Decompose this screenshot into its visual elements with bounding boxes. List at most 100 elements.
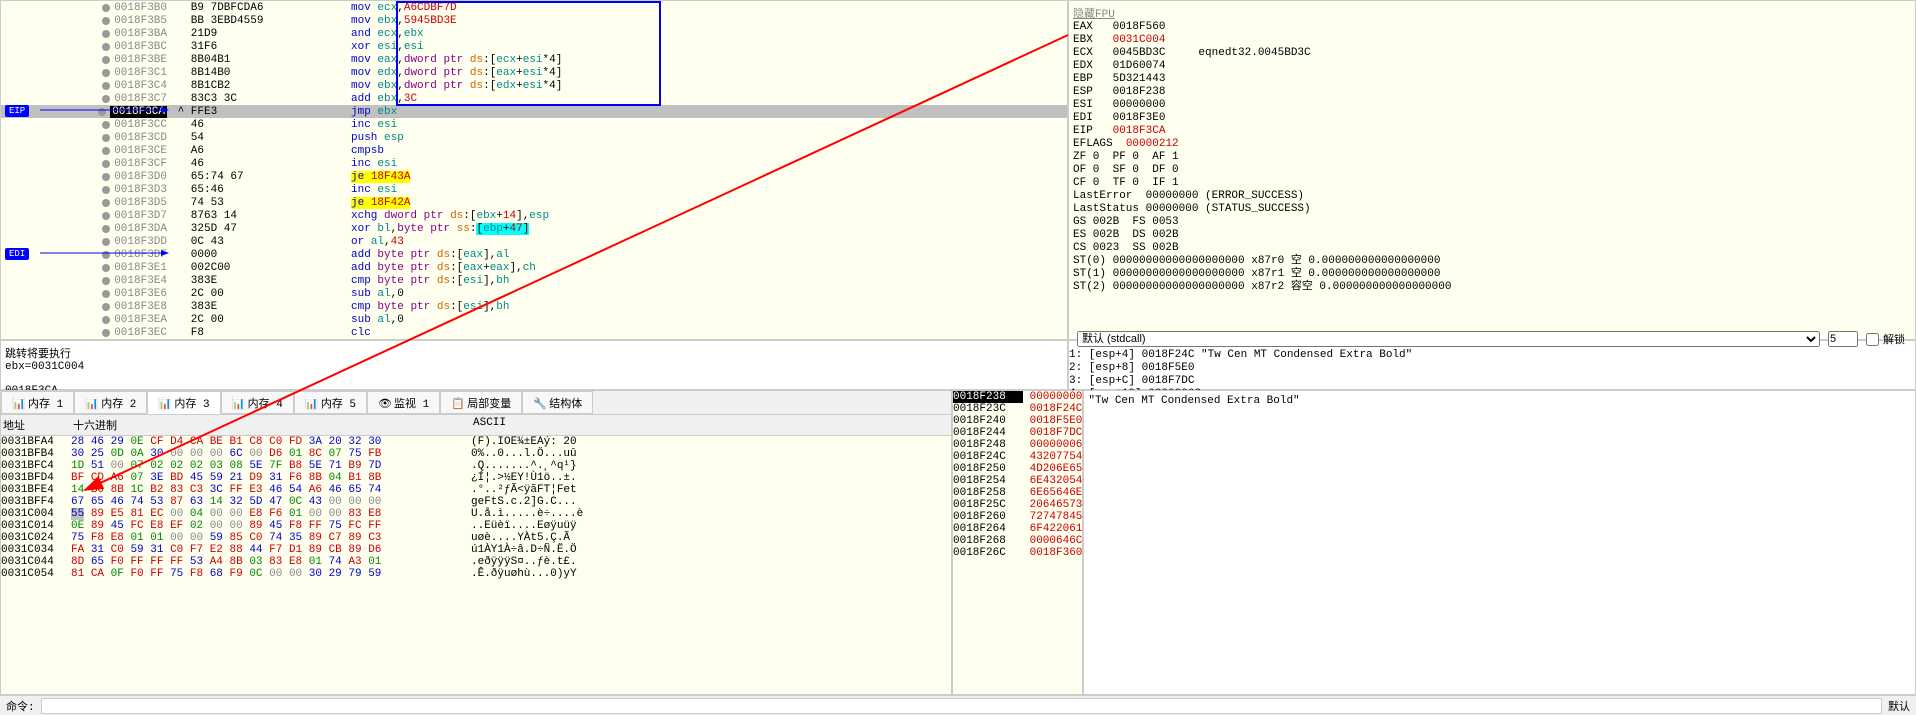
tab-结构体[interactable]: 🔧结构体 [522,391,593,414]
stack-row[interactable]: 0018F264 6F422061 [953,523,1082,535]
stack-row[interactable]: 0018F25C 20646573 [953,499,1082,511]
stack-row[interactable]: 0018F248 00000006 [953,439,1082,451]
disasm-row[interactable]: 0018F3E6 2C 00sub al,0 [1,287,1067,300]
disasm-row[interactable]: 0018F3CD 54push esp [1,131,1067,144]
hex-row[interactable]: 0031BFA428 46 29 0E CF D4 CA BE B1 C8 C0… [1,436,951,448]
disasm-row[interactable]: 0018F3E8 383Ecmp byte ptr ds:[esi],bh [1,300,1067,313]
hex-row[interactable]: 0031BFE414 B0 8B 1C B2 83 C3 3C FF E3 46… [1,484,951,496]
register-line[interactable]: ECX 0045BD3C eqnedt32.0045BD3C [1073,47,1911,60]
disasm-row[interactable]: 0018F3CC 46inc esi [1,118,1067,131]
stack-row[interactable]: 0018F26C 0018F360 [953,547,1082,559]
disasm-row[interactable]: 0018F3BE 8B04B1mov eax,dword ptr ds:[ecx… [1,53,1067,66]
hex-row[interactable]: 0031BFF467 65 46 74 53 87 63 14 32 5D 47… [1,496,951,508]
memory-tabs[interactable]: 📊内存 1📊内存 2📊内存 3📊内存 4📊内存 5👁监视 1📋局部变量🔧结构体 [1,391,951,415]
register-line[interactable]: CF 0 TF 0 IF 1 [1073,177,1911,190]
tab-局部变量[interactable]: 📋局部变量 [440,391,522,414]
hex-row[interactable]: 0031C00455 89 E5 81 EC 00 04 00 00 E8 F6… [1,508,951,520]
stack-row[interactable]: 0018F268 0000646C [953,535,1082,547]
hex-row[interactable]: 0031C0140E 89 45 FC E8 EF 02 00 00 89 45… [1,520,951,532]
register-line[interactable]: GS 002B FS 0053 [1073,216,1911,229]
hex-row[interactable]: 0031C034FA 31 C0 59 31 C0 F7 E2 88 44 F7… [1,544,951,556]
register-line[interactable]: CS 0023 SS 002B [1073,242,1911,255]
hide-fpu-link[interactable]: 隐藏FPU [1073,5,1911,21]
tab-内存 2[interactable]: 📊内存 2 [74,391,147,414]
hex-row[interactable]: 0031BFB430 25 0D 0A 30 00 00 00 6C 00 D6… [1,448,951,460]
tab-监视 1[interactable]: 👁监视 1 [367,391,440,414]
disasm-row[interactable]: 0018F3C1 8B14B0mov edx,dword ptr ds:[eax… [1,66,1067,79]
hex-row[interactable]: 0031BFD4BF CD A6 07 3E BD 45 59 21 D9 31… [1,472,951,484]
register-line[interactable]: EIP 0018F3CA [1073,125,1911,138]
stack-row[interactable]: 0018F238 00000000 [953,391,1082,403]
disassembly-pane[interactable]: EIP EDI 0018F3B0 B9 7DBFCDA6mov ecx,A6CD… [0,0,1068,340]
disasm-row[interactable]: 0018F3ED 292Esub dword ptr ds:[esi],ebp [1,339,1067,340]
tab-内存 1[interactable]: 📊内存 1 [1,391,74,414]
disasm-row[interactable]: 0018F3C7 83C3 3Cadd ebx,3C [1,92,1067,105]
disasm-row[interactable]: 0018F3C4 8B1CB2mov ebx,dword ptr ds:[edx… [1,79,1067,92]
stack-row[interactable]: 0018F258 6E65646E [953,487,1082,499]
disasm-row[interactable]: 0018F3B5 BB 3EBD4559mov ebx,5945BD3E [1,14,1067,27]
register-line[interactable]: ZF 0 PF 0 AF 1 [1073,151,1911,164]
disasm-row[interactable]: 0018F3EA 2C 00sub al,0 [1,313,1067,326]
arg-line: 2: [esp+8] 0018F5E0 [1069,362,1915,375]
register-line[interactable]: LastError 00000000 (ERROR_SUCCESS) [1073,190,1911,203]
register-line[interactable]: EDI 0018F3E0 [1073,112,1911,125]
hex-header: 地址 十六进制 ASCII [1,415,951,436]
disasm-row[interactable]: 0018F3B0 B9 7DBFCDA6mov ecx,A6CDBF7D [1,1,1067,14]
tab-icon: 📊 [232,397,244,409]
stack-row[interactable]: 0018F254 6E432054 [953,475,1082,487]
stack-row[interactable]: 0018F250 4D206E65 [953,463,1082,475]
register-line[interactable]: ST(0) 00000000000000000000 x87r0 空 0.000… [1073,255,1911,268]
disasm-row[interactable]: 0018F3D7 8763 14xchg dword ptr ds:[ebx+1… [1,209,1067,222]
register-line[interactable]: OF 0 SF 0 DF 0 [1073,164,1911,177]
disasm-row[interactable]: 0018F3D3 65:46inc esi [1,183,1067,196]
stack-row[interactable]: 0018F24C 43207754 [953,451,1082,463]
stack-view[interactable]: 0018F238 000000000018F23C 0018F24C0018F2… [953,391,1082,694]
registers-pane[interactable]: 隐藏FPU EAX 0018F560EBX 0031C004ECX 0045BD… [1068,0,1916,340]
stack-row[interactable]: 0018F244 0018F7DC [953,427,1082,439]
lock-checkbox[interactable] [1866,333,1879,346]
register-line[interactable]: EBX 0031C004 [1073,34,1911,47]
disasm-row[interactable]: 0018F3CE A6cmpsb [1,144,1067,157]
stack-row[interactable]: 0018F23C 0018F24C [953,403,1082,415]
hex-row[interactable]: 0031C0448D 65 F0 FF FF FF 53 A4 8B 03 83… [1,556,951,568]
register-line[interactable]: ESI 00000000 [1073,99,1911,112]
disasm-row[interactable]: 0018F3E4 383Ecmp byte ptr ds:[esi],bh [1,274,1067,287]
disasm-row[interactable]: 0018F3EC F8clc [1,326,1067,339]
disasm-row[interactable]: 0018F3CF 46inc esi [1,157,1067,170]
stack-row[interactable]: 0018F240 0018F5E0 [953,415,1082,427]
register-line[interactable]: ST(1) 00000000000000000000 x87r1 空 0.000… [1073,268,1911,281]
command-input[interactable] [41,698,1882,714]
default-label: 默认 [1882,698,1916,714]
tab-icon: 📊 [12,397,24,409]
tab-内存 4[interactable]: 📊内存 4 [221,391,294,414]
hex-row[interactable]: 0031C02475 F8 E8 01 01 00 00 59 85 C0 74… [1,532,951,544]
register-line[interactable]: EDX 01D60074 [1073,60,1911,73]
register-line[interactable]: LastStatus 00000000 (STATUS_SUCCESS) [1073,203,1911,216]
disasm-row[interactable]: 0018F3BC 31F6xor esi,esi [1,40,1067,53]
disasm-row[interactable]: 0018F3DA 325D 47xor bl,byte ptr ss:[ebp+… [1,222,1067,235]
register-line[interactable]: ES 002B DS 002B [1073,229,1911,242]
tab-内存 3[interactable]: 📊内存 3 [147,391,220,414]
register-line[interactable]: ESP 0018F238 [1073,86,1911,99]
hex-row[interactable]: 0031BFC41D 51 00 07 02 02 02 03 08 5E 7F… [1,460,951,472]
register-line[interactable]: ST(2) 00000000000000000000 x87r2 容空 0.00… [1073,281,1911,294]
register-line[interactable]: EBP 5D321443 [1073,73,1911,86]
hex-row[interactable]: 0031C05481 CA 0F F0 FF 75 F8 68 F9 0C 00… [1,568,951,580]
disasm-row[interactable]: 0018F3D5 74 53je 18F42A [1,196,1067,209]
stack-row[interactable]: 0018F260 72747845 [953,511,1082,523]
register-line[interactable]: EAX 0018F560 [1073,21,1911,34]
disasm-row[interactable]: 0018F3DD 0C 43or al,43 [1,235,1067,248]
tab-icon: 📊 [158,397,170,409]
disasm-row[interactable]: 0018F3E1 002C00add byte ptr ds:[eax+eax]… [1,261,1067,274]
command-label: 命令: [0,698,41,714]
disasm-row[interactable]: 0018F3D0 65:74 67je 18F43A [1,170,1067,183]
hex-dump[interactable]: 0031BFA428 46 29 0E CF D4 CA BE B1 C8 C0… [1,436,951,694]
tab-内存 5[interactable]: 📊内存 5 [294,391,367,414]
disasm-row[interactable]: 0018F3CA ^ FFE3jmp ebx [1,105,1067,118]
tab-icon: 🔧 [533,397,545,409]
disasm-row[interactable]: 0018F3DF 0000add byte ptr ds:[eax],al [1,248,1067,261]
register-line[interactable]: EFLAGS 00000212 [1073,138,1911,151]
disasm-row[interactable]: 0018F3BA 21D9and ecx,ebx [1,27,1067,40]
arg-count-input[interactable] [1828,331,1858,347]
calling-convention-select[interactable]: 默认 (stdcall) [1077,331,1820,347]
